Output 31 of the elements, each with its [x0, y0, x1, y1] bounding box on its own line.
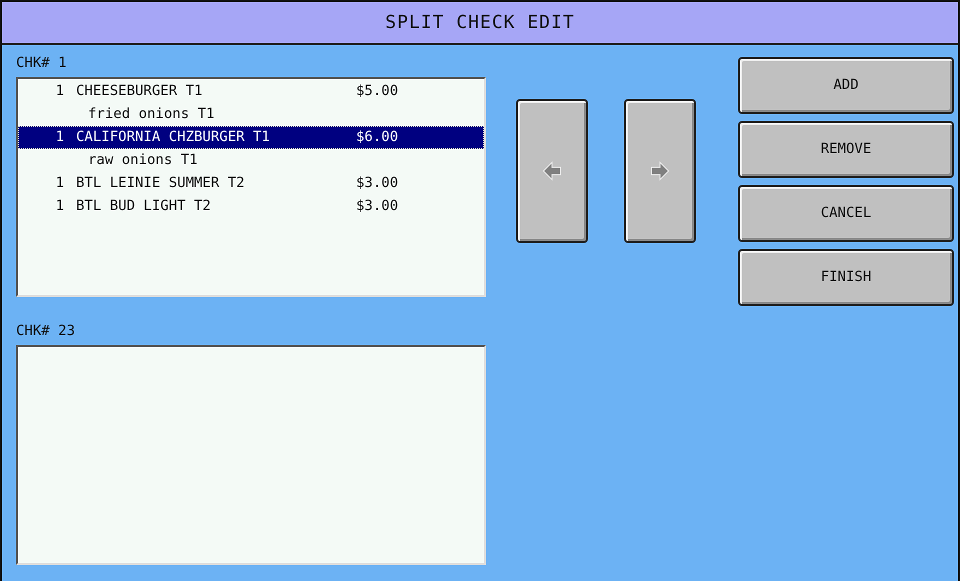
item-price: $3.00 — [356, 174, 398, 193]
right-arrow-icon — [649, 161, 671, 181]
modifier-row[interactable]: fried onions T1 — [18, 103, 484, 126]
item-quantity: 1 — [54, 128, 65, 147]
item-row[interactable]: 1 BTL BUD LIGHT T2 $3.00 — [18, 195, 484, 218]
window-title: SPLIT CHECK EDIT — [385, 11, 575, 35]
left-arrow-icon — [541, 161, 563, 181]
item-price: $6.00 — [356, 128, 398, 147]
action-button[interactable]: CANCEL — [738, 185, 954, 242]
item-row[interactable]: 1 CHEESEBURGER T1 $5.00 — [18, 80, 484, 103]
action-button[interactable]: REMOVE — [738, 121, 954, 178]
item-row[interactable]: 1 CALIFORNIA CHZBURGER T1 $6.00 — [18, 126, 484, 149]
modifier-name: fried onions T1 — [87, 105, 214, 124]
item-name: BTL BUD LIGHT T2 — [76, 197, 212, 216]
item-price: $5.00 — [356, 82, 398, 101]
action-button[interactable]: ADD — [738, 57, 954, 114]
modifier-row[interactable]: raw onions T1 — [18, 149, 484, 172]
item-name: CHEESEBURGER T1 — [76, 82, 204, 101]
item-quantity: 1 — [54, 82, 65, 101]
item-row[interactable]: 1 BTL LEINIE SUMMER T2 $3.00 — [18, 172, 484, 195]
item-quantity: 1 — [54, 197, 65, 216]
item-name: CALIFORNIA CHZBURGER T1 — [76, 128, 271, 147]
modifier-name: raw onions T1 — [87, 151, 198, 170]
move-left-button[interactable] — [516, 99, 588, 243]
item-name: BTL LEINIE SUMMER T2 — [76, 174, 246, 193]
check-label: CHK# 1 — [16, 54, 67, 72]
item-price: $3.00 — [356, 197, 398, 216]
move-right-button[interactable] — [624, 99, 696, 243]
item-quantity: 1 — [54, 174, 65, 193]
check-label: CHK# 23 — [16, 322, 76, 340]
action-button[interactable]: FINISH — [738, 249, 954, 306]
